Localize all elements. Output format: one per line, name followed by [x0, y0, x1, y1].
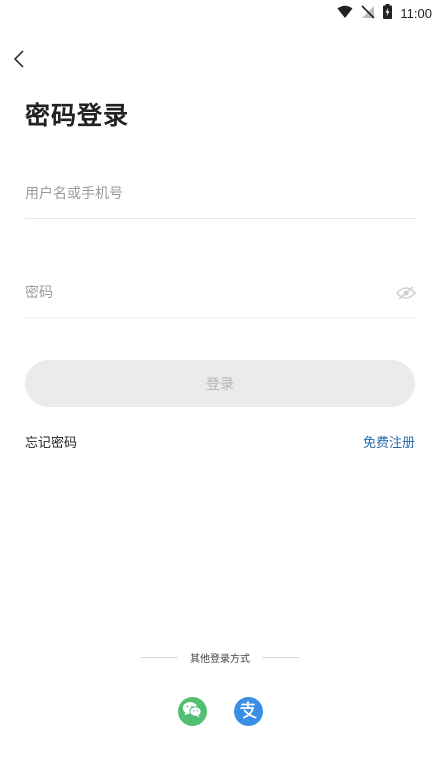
alipay-icon — [238, 700, 258, 724]
divider-line-left — [141, 657, 178, 658]
wifi-icon — [337, 4, 353, 23]
chevron-left-icon — [13, 49, 25, 73]
battery-icon — [383, 3, 393, 23]
username-field-container — [25, 170, 416, 219]
status-time: 11:00 — [400, 5, 432, 21]
wechat-icon — [182, 701, 202, 722]
social-login-row — [0, 697, 440, 726]
register-link[interactable]: 免费注册 — [363, 432, 415, 451]
page-title: 密码登录 — [25, 101, 130, 130]
back-button[interactable] — [6, 48, 32, 74]
divider-line-right — [262, 657, 299, 658]
alipay-login-button[interactable] — [233, 697, 263, 726]
status-bar: 11:00 — [0, 0, 440, 26]
wechat-login-button[interactable] — [177, 697, 207, 726]
other-login-divider: 其他登录方式 — [0, 650, 440, 665]
password-input[interactable] — [25, 285, 416, 301]
forgot-password-link[interactable]: 忘记密码 — [25, 432, 77, 451]
login-button[interactable]: 登录 — [25, 360, 415, 407]
password-field-container — [25, 269, 416, 318]
signal-off-icon — [361, 4, 375, 23]
status-icons: 11:00 — [337, 3, 432, 23]
other-login-label: 其他登录方式 — [190, 654, 250, 665]
username-input[interactable] — [25, 186, 416, 202]
eye-off-icon[interactable] — [396, 283, 416, 303]
